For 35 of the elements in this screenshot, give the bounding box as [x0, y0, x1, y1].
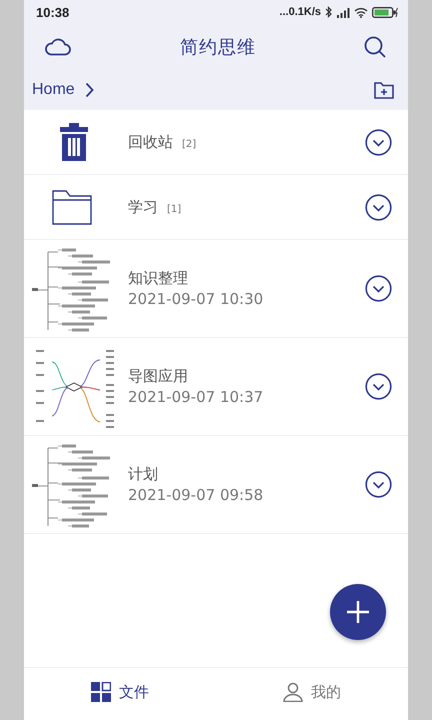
- chevron-right-icon: [84, 82, 94, 98]
- file-name: 学习: [128, 198, 158, 216]
- modified-date: 2021-09-07 10:37: [128, 388, 264, 406]
- wifi-icon: [354, 6, 368, 18]
- network-speed: ...0.1K/s: [279, 6, 321, 18]
- person-icon: [283, 682, 303, 702]
- modified-date: 2021-09-07 09:58: [128, 486, 264, 504]
- nav-tab[interactable]: 我的: [216, 668, 408, 720]
- folder-icon: [52, 190, 92, 224]
- expand-circle-icon[interactable]: [365, 275, 392, 302]
- file-name: 导图应用: [128, 367, 188, 386]
- app-title: 简约思维: [180, 36, 256, 59]
- signal-icon: [336, 6, 350, 18]
- cloud-icon[interactable]: [44, 38, 72, 56]
- expand-circle-icon[interactable]: [365, 194, 392, 220]
- modified-date: 2021-09-07 10:30: [128, 290, 264, 308]
- grid-icon: [91, 682, 111, 702]
- expand-circle-icon[interactable]: [365, 373, 392, 400]
- add-button[interactable]: [330, 584, 386, 640]
- trash-icon: [60, 123, 88, 161]
- search-icon[interactable]: [364, 36, 386, 58]
- battery-icon: [372, 6, 398, 18]
- file-name: 回收站: [128, 132, 173, 152]
- plus-icon: [346, 600, 370, 624]
- expand-circle-icon[interactable]: [365, 471, 392, 498]
- status-time: 10:38: [36, 4, 70, 20]
- breadcrumb-home[interactable]: Home: [32, 81, 75, 99]
- item-count: [2]: [182, 138, 196, 150]
- item-count: [1]: [167, 204, 182, 214]
- file-name: 计划: [128, 465, 158, 484]
- file-name: 知识整理: [128, 269, 188, 288]
- bluetooth-icon: [325, 6, 332, 18]
- expand-circle-icon[interactable]: [365, 128, 392, 156]
- nav-tab[interactable]: 文件: [24, 668, 216, 720]
- new-folder-icon[interactable]: [374, 82, 394, 98]
